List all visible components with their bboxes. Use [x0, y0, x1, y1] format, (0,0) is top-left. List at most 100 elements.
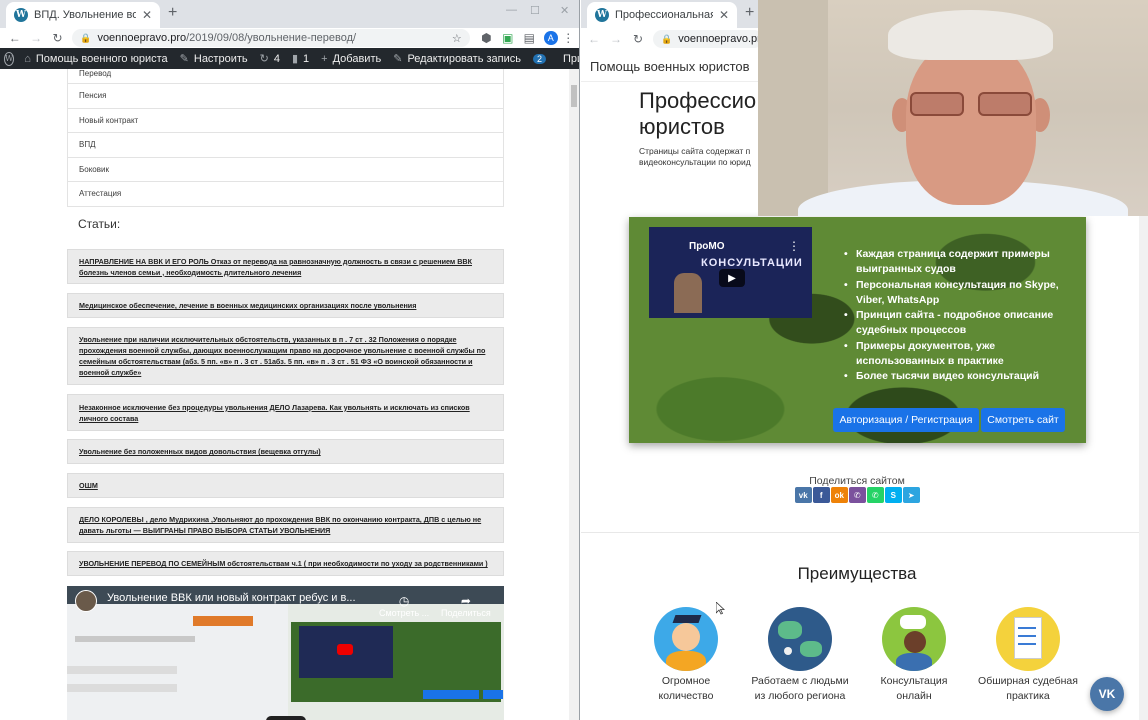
admin-site-name[interactable]: ⌂ Помощь военного юриста: [24, 53, 167, 65]
left-scrollbar[interactable]: [569, 69, 579, 720]
reload-icon[interactable]: ↻: [627, 32, 649, 46]
updates-count: 4: [273, 52, 280, 65]
articles-heading: Статьи:: [78, 217, 121, 231]
embedded-video[interactable]: Увольнение ВВК или новый контракт ребус …: [67, 586, 504, 720]
back-icon[interactable]: ←: [4, 31, 25, 45]
video-inner-player: [299, 626, 393, 678]
url-field[interactable]: 🔒 voennoepravo.pro /2019/09/08/увольнени…: [72, 29, 470, 47]
advantage-court-practice: Обширная судебная практика: [973, 607, 1083, 704]
tab-professional-help[interactable]: W Профессиональная помощь в ✕: [587, 2, 737, 28]
viber-icon[interactable]: ✆: [849, 487, 866, 503]
tab-close-icon[interactable]: ✕: [142, 8, 152, 22]
facebook-icon[interactable]: f: [813, 487, 830, 503]
admin-customize[interactable]: ✎ Настроить: [180, 52, 248, 66]
play-button[interactable]: [266, 716, 306, 720]
extension-green-icon[interactable]: ▣: [497, 31, 518, 45]
admin-edit-post[interactable]: ✎ Редактировать запись: [393, 52, 521, 66]
article-link[interactable]: Незаконное исключение без процедуры увол…: [67, 394, 504, 431]
advantage-3-line2: онлайн: [896, 690, 932, 702]
share-buttons: vk f ok ✆ ✆ S ➤: [795, 487, 920, 503]
category-item[interactable]: Боковик: [67, 157, 504, 182]
telegram-icon[interactable]: ➤: [903, 487, 920, 503]
video-brand-consultations: КОНСУЛЬТАЦИИ: [701, 257, 803, 269]
video-title[interactable]: Увольнение ВВК или новый контракт ребус …: [107, 592, 356, 604]
video-inner-view-button: [483, 690, 503, 699]
promo-banner: ПроМО КОНСУЛЬТАЦИИ ⋮ ▶ Каждая страница с…: [629, 217, 1086, 443]
back-icon[interactable]: ←: [583, 32, 605, 46]
category-item[interactable]: Перевод: [67, 69, 504, 84]
category-item[interactable]: Новый контракт: [67, 108, 504, 133]
reload-icon[interactable]: ↻: [47, 31, 68, 45]
webcam-glasses: [910, 92, 1036, 118]
new-tab-icon[interactable]: +: [745, 4, 754, 22]
maximize-icon[interactable]: ☐: [530, 4, 540, 17]
vk-widget-button[interactable]: VK: [1090, 677, 1124, 711]
article-link[interactable]: НАПРАВЛЕНИЕ НА ВВК И ЕГО РОЛЬ Отказ от п…: [67, 249, 504, 284]
skype-icon[interactable]: S: [885, 487, 902, 503]
clock-icon: ◷: [398, 594, 410, 608]
admin-add-new[interactable]: + Добавить: [321, 53, 381, 65]
page-content: Перевод Пенсия Новый контракт ВПД Боковик Атт…: [0, 69, 579, 720]
share-site-label: Поделиться сайтом: [809, 475, 905, 487]
advantage-4-line1: Обширная судебная: [978, 675, 1078, 687]
article-link[interactable]: Увольнение при наличии исключительных об…: [67, 327, 504, 385]
odnoklassniki-icon[interactable]: ok: [831, 487, 848, 503]
play-icon[interactable]: ▶: [719, 269, 745, 287]
login-register-button[interactable]: Авторизация / Регистрация: [833, 408, 979, 432]
advantage-1-line2: количество: [658, 690, 714, 702]
window-close-icon[interactable]: ✕: [560, 4, 569, 17]
admin-account[interactable]: Привет, admin: [563, 53, 579, 65]
forward-icon[interactable]: →: [25, 31, 46, 45]
menu-dots-icon[interactable]: ⋮: [558, 31, 579, 45]
advantage-2-line2: из любого региона: [754, 690, 846, 702]
video-screenshot-left: [67, 604, 288, 720]
new-tab-icon[interactable]: +: [168, 4, 177, 22]
home-icon: ⌂: [24, 52, 31, 65]
advantages-title: Преимущества: [797, 564, 917, 583]
admin-comments[interactable]: ▮ 1: [292, 52, 310, 66]
admin-notifications[interactable]: 2: [532, 53, 551, 64]
view-site-button[interactable]: Смотреть сайт: [981, 408, 1065, 432]
category-item[interactable]: ВПД: [67, 133, 504, 158]
video-inner-login-button: [423, 690, 479, 699]
extension-icon[interactable]: ▤: [519, 31, 540, 45]
hero-title: Профессио юристов: [639, 88, 756, 140]
video-menu-dots-icon[interactable]: ⋮: [788, 239, 800, 253]
forward-icon[interactable]: →: [605, 32, 627, 46]
article-link[interactable]: ОШМ: [67, 473, 504, 498]
video-brand: ПроМО: [689, 241, 725, 252]
article-link[interactable]: УВОЛЬНЕНИЕ ПЕРЕВОД ПО СЕМЕЙНЫМ обстоятел…: [67, 551, 504, 576]
updates-icon: ↻: [259, 53, 269, 65]
wp-admin-bar: W ⌂ Помощь военного юриста ✎ Настроить ↻ 4 …: [0, 48, 579, 69]
promo-video-player[interactable]: ПроМО КОНСУЛЬТАЦИИ ⋮ ▶: [649, 227, 812, 318]
graduate-icon: [654, 607, 718, 671]
comments-count: 1: [303, 52, 310, 65]
extension-cube-icon[interactable]: ⬢: [476, 31, 497, 45]
tab-vpd-uvolnenie[interactable]: W ВПД. Увольнение военнослуж ✕: [6, 2, 160, 28]
wordpress-favicon-icon: W: [14, 8, 28, 22]
lock-icon: 🔒: [661, 33, 673, 44]
minimize-icon[interactable]: —: [506, 4, 517, 16]
whatsapp-icon[interactable]: ✆: [867, 487, 884, 503]
admin-updates[interactable]: ↻ 4: [259, 52, 280, 66]
article-link[interactable]: Увольнение без положенных видов довольст…: [67, 439, 504, 464]
article-link[interactable]: ДЕЛО КОРОЛЕВЫ , дело Мудрихина ,Увольняю…: [67, 507, 504, 543]
globe-icon: [768, 607, 832, 671]
hero-sub-line1: Страницы сайта содержат п: [639, 146, 751, 156]
profile-avatar[interactable]: A: [543, 31, 558, 45]
add-new-label: Добавить: [332, 52, 382, 65]
category-item[interactable]: Аттестация: [67, 182, 504, 207]
tab-close-icon[interactable]: ✕: [719, 8, 729, 22]
bookmark-star-icon[interactable]: ☆: [452, 32, 462, 45]
scrollbar-thumb[interactable]: [571, 85, 577, 107]
wordpress-logo-icon[interactable]: W: [4, 51, 15, 66]
url-path: /2019/09/08/увольнение-перевод/: [186, 32, 357, 44]
category-item[interactable]: Пенсия: [67, 84, 504, 109]
wordpress-favicon-icon: W: [595, 8, 609, 22]
article-link[interactable]: Медицинское обеспечение, лечение в военн…: [67, 293, 504, 318]
vk-icon[interactable]: vk: [795, 487, 812, 503]
url-field-right[interactable]: 🔒 voennoepravo.pro: [653, 30, 767, 48]
share-button[interactable]: ➦ Поделиться: [441, 594, 491, 618]
support-agent-icon: [882, 607, 946, 671]
watch-later-button[interactable]: ◷ Смотреть ...: [379, 594, 429, 618]
